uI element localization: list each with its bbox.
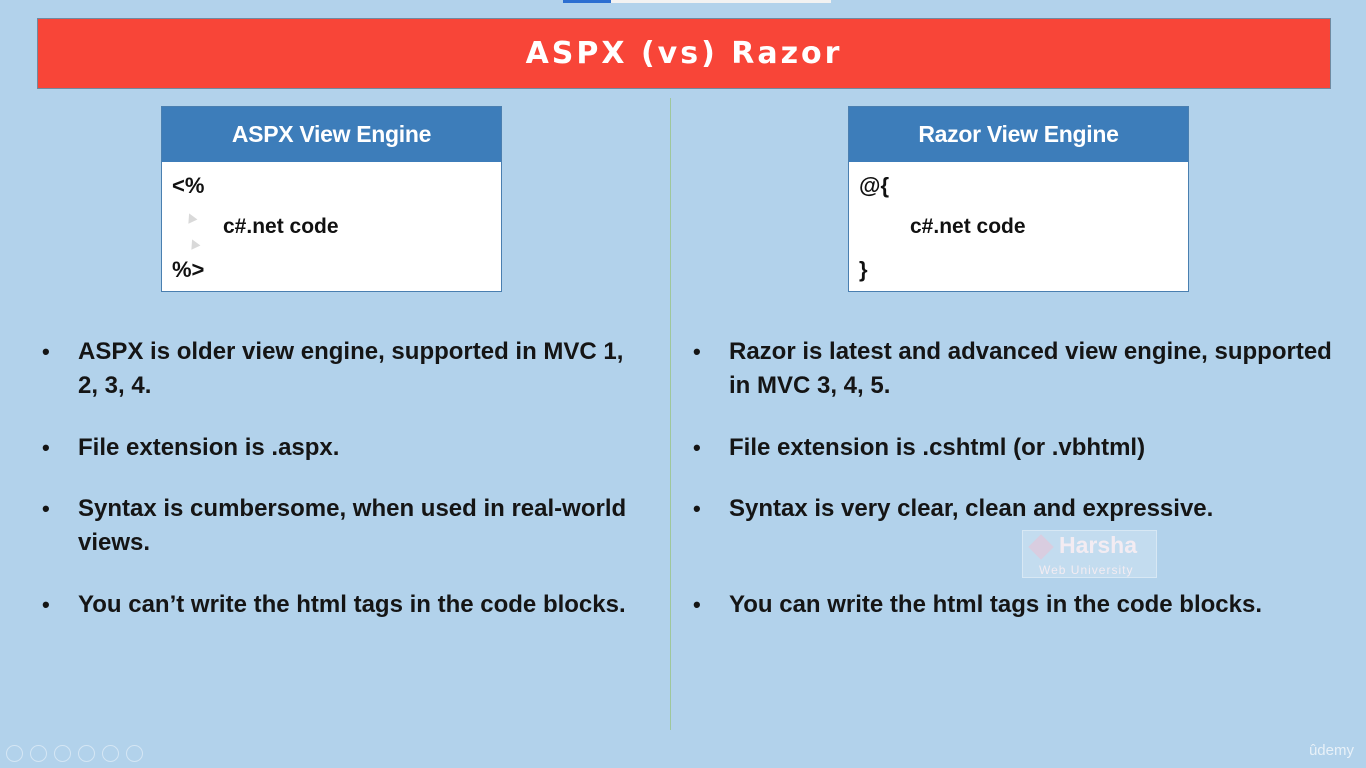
aspx-bullet-text: You can’t write the html tags in the cod… (78, 591, 626, 618)
razor-engine-header: Razor View Engine (849, 107, 1188, 162)
aspx-engine-box: ASPX View Engine <% c#.net code %> (161, 106, 502, 292)
razor-code-open: @{ (859, 173, 890, 198)
harsha-logo-icon (1028, 534, 1054, 560)
aspx-code-close: %> (172, 257, 205, 282)
aspx-code-body: c#.net code (223, 215, 339, 238)
razor-bullet-item: • You can write the html tags in the cod… (693, 588, 1333, 622)
aspx-bullet-text: Syntax is cumbersome, when used in real-… (78, 495, 627, 556)
pen-tool-icon[interactable] (54, 745, 71, 762)
slide-player-controls (6, 745, 143, 762)
bullet-icon: • (693, 435, 701, 460)
column-divider (670, 98, 671, 730)
zoom-icon[interactable] (102, 745, 119, 762)
razor-code-body: c#.net code (910, 215, 1026, 238)
razor-bullet-text: Syntax is very clear, clean and expressi… (729, 495, 1214, 522)
aspx-bullet-text: ASPX is older view engine, supported in … (78, 338, 624, 399)
bullet-icon: • (42, 339, 50, 364)
razor-bullet-item: • File extension is .cshtml (or .vbhtml) (693, 431, 1333, 465)
bullet-icon: • (693, 339, 701, 364)
aspx-bullet-text: File extension is .aspx. (78, 434, 340, 461)
aspx-engine-header: ASPX View Engine (162, 107, 501, 162)
slide-grid-icon[interactable] (78, 745, 95, 762)
aspx-code-open: <% (172, 173, 205, 198)
aspx-bullet-item: • File extension is .aspx. (42, 431, 642, 465)
top-progress-strip (563, 0, 831, 3)
bullet-icon: • (42, 592, 50, 617)
harsha-watermark: Harsha Web University (1022, 530, 1157, 578)
razor-engine-box: Razor View Engine @{ c#.net code } (848, 106, 1189, 292)
more-options-icon[interactable] (126, 745, 143, 762)
cursor-icon (187, 237, 201, 250)
watermark-name: Harsha (1059, 532, 1137, 558)
watermark-subtitle: Web University (1039, 563, 1134, 577)
bullet-icon: • (693, 592, 701, 617)
razor-bullet-item: • Syntax is very clear, clean and expres… (693, 492, 1333, 526)
razor-bullet-text: File extension is .cshtml (or .vbhtml) (729, 434, 1146, 461)
slide-title: ASPX (vs) Razor (525, 36, 843, 71)
aspx-bullet-item: • Syntax is cumbersome, when used in rea… (42, 492, 642, 560)
slide-title-bar: ASPX (vs) Razor (37, 18, 1331, 89)
udemy-brand: ûdemy (1308, 742, 1354, 759)
cursor-icon (184, 211, 198, 224)
previous-slide-icon[interactable] (6, 745, 23, 762)
razor-code-close: } (859, 257, 868, 282)
razor-bullet-text: You can write the html tags in the code … (729, 591, 1262, 618)
top-progress-accent (563, 0, 611, 3)
bullet-icon: • (693, 496, 701, 521)
bullet-icon: • (42, 496, 50, 521)
razor-bullet-text: Razor is latest and advanced view engine… (729, 338, 1332, 399)
next-slide-icon[interactable] (30, 745, 47, 762)
razor-bullet-item: • Razor is latest and advanced view engi… (693, 335, 1333, 403)
aspx-bullet-item: • ASPX is older view engine, supported i… (42, 335, 642, 403)
bullet-icon: • (42, 435, 50, 460)
aspx-bullet-item: • You can’t write the html tags in the c… (42, 588, 642, 622)
